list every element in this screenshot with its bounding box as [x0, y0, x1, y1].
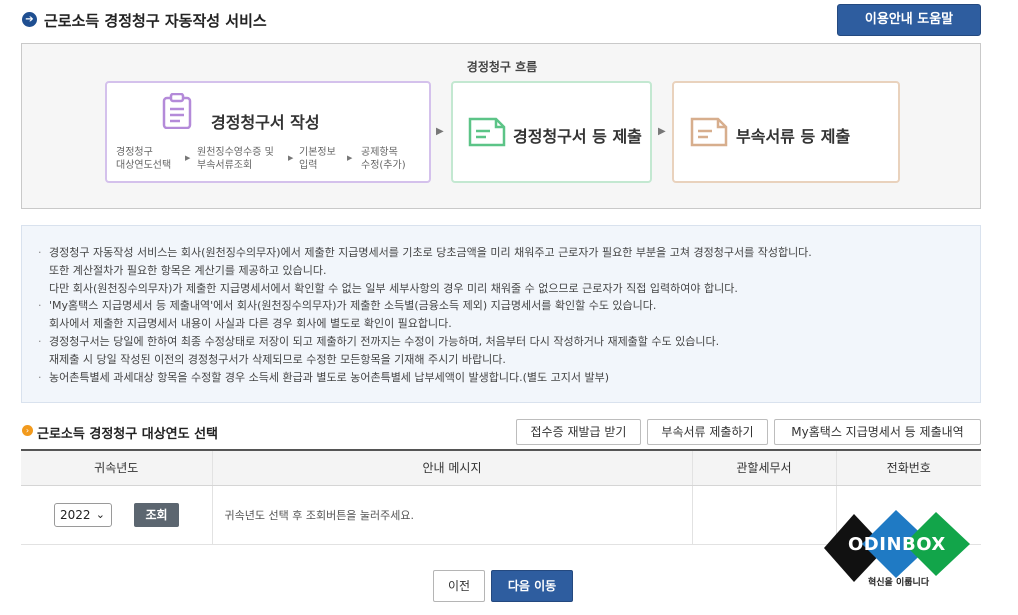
submit-attachments-button[interactable]: 부속서류 제출하기: [647, 419, 768, 445]
step3-title: 부속서류 등 제출: [736, 127, 851, 146]
step1-title: 경정청구서 작성: [211, 113, 320, 132]
my-hometax-statements-button[interactable]: My홈택스 지급명세서 등 제출내역: [774, 419, 981, 445]
notice-line: · 경정청구서는 당일에 한하여 최종 수정상태로 저장이 되고 제출하기 전까지…: [38, 334, 720, 348]
document-icon: [690, 117, 728, 147]
notice-line: 재제출 시 당일 작성된 이전의 경정청구서가 삭제되므로 수정한 모든항목을 …: [49, 352, 506, 366]
table-header-row: 귀속년도 안내 메시지 관할세무서 전화번호: [21, 450, 981, 486]
substep-target-year: 경정청구 대상연도선택: [116, 147, 172, 171]
section-title: 근로소득 경정청구 대상연도 선택: [37, 427, 219, 442]
clipboard-icon: [162, 93, 192, 129]
notice-line: · 경정청구 자동작성 서비스는 회사(원천징수의무자)에서 제출한 지급명세서를…: [38, 246, 812, 259]
year-cell: 2022 ⌄ 조회: [21, 485, 212, 545]
year-select[interactable]: 2022 ⌄: [54, 502, 112, 527]
section-bullet-icon: ›: [22, 425, 33, 436]
watermark-subtext: 혁신을 이룹니다: [868, 578, 930, 588]
col-header-message: 안내 메시지: [211, 450, 692, 486]
watermark-text: ODINBOX: [848, 534, 946, 555]
flow-arrow-icon: ▶: [436, 126, 444, 137]
col-header-year: 귀속년도: [21, 450, 212, 486]
substep-basic-info: 기본정보 입력: [299, 147, 336, 171]
message-cell: 귀속년도 선택 후 조회버튼을 눌러주세요.: [211, 485, 692, 545]
flow-title: 경정청구 흐름: [466, 60, 538, 74]
flow-step-submit: 경정청구서 등 제출: [451, 81, 652, 183]
chevron-right-icon: ▶: [347, 154, 353, 162]
notice-line: 다만 회사(원천징수의무자)가 제출한 지급명세서에서 확인할 수 없는 일부 …: [49, 281, 738, 295]
inquiry-button[interactable]: 조회: [134, 502, 179, 527]
section-arrow-icon: ➔: [22, 12, 37, 27]
notice-list: · 경정청구 자동작성 서비스는 회사(원천징수의무자)에서 제출한 지급명세서를…: [38, 244, 812, 386]
col-header-tax-office: 관할세무서: [691, 450, 836, 486]
chevron-right-icon: ▶: [288, 154, 294, 162]
chevron-right-icon: ▶: [185, 154, 191, 162]
substep-deduction-items: 공제항목 수정(추가): [361, 147, 406, 171]
claim-flow-panel: 경정청구 흐름 경정청구서 작성 경정청구 대상연도선택 ▶ 원천징수영수증 및…: [21, 43, 981, 209]
flow-step-write: 경정청구서 작성 경정청구 대상연도선택 ▶ 원천징수영수증 및 부속서류조회 …: [105, 81, 431, 183]
notice-line: · 농어촌특별세 과세대상 항목을 수정할 경우 소득세 환급과 별도로 농어촌특…: [38, 370, 610, 384]
step2-title: 경정청구서 등 제출: [513, 127, 642, 146]
document-icon: [468, 117, 506, 147]
flow-step-attachments: 부속서류 등 제출: [672, 81, 900, 183]
substep-withholding-receipt: 원천징수영수증 및 부속서류조회: [197, 147, 274, 171]
previous-button[interactable]: 이전: [433, 570, 485, 602]
notice-line: 또한 계산절차가 필요한 항목은 계산기를 제공하고 있습니다.: [49, 263, 327, 277]
tax-office-cell: [691, 485, 836, 545]
receipt-reissue-button[interactable]: 접수증 재발급 받기: [516, 419, 641, 445]
page-title: 근로소득 경정청구 자동작성 서비스: [44, 12, 267, 30]
next-button[interactable]: 다음 이동: [491, 570, 573, 602]
flow-arrow-icon: ▶: [658, 126, 666, 137]
chevron-down-icon: ⌄: [95, 507, 105, 521]
service-notice-box: · 경정청구 자동작성 서비스는 회사(원천징수의무자)에서 제출한 지급명세서를…: [21, 225, 981, 403]
help-guide-button[interactable]: 이용안내 도움말: [837, 4, 981, 36]
col-header-phone: 전화번호: [835, 450, 981, 486]
notice-line: · 'My홈택스 지급명세서 등 제출내역'에서 회사(원천징수의무자)가 제출한…: [38, 299, 657, 313]
notice-line: 회사에서 제출한 지급명세서 내용이 사실과 다른 경우 회사에 별도로 확인이…: [49, 317, 452, 331]
